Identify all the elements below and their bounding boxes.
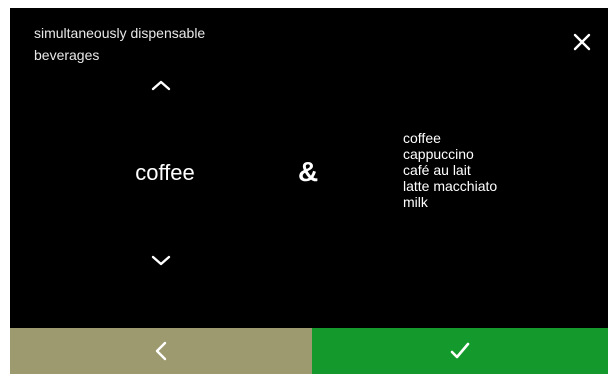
selected-beverage: coffee [135,160,195,185]
bottom-action-bar [10,328,608,374]
page-title-line-1: simultaneously dispensable [34,25,206,41]
back-button[interactable] [10,328,312,374]
chevron-down-icon [151,255,171,266]
dialog-screen: simultaneously dispensable beverages cof… [10,8,608,374]
scroll-up-button[interactable] [150,78,172,92]
confirm-button[interactable] [312,328,608,374]
list-item: latte macchiato [403,178,498,194]
compatible-beverage-list: coffee cappuccino café au lait latte mac… [403,130,497,210]
close-button[interactable] [570,30,594,54]
list-item: coffee [403,130,441,146]
checkmark-icon [450,342,470,359]
scroll-down-button[interactable] [150,254,172,268]
chevron-left-icon [155,341,167,361]
close-icon [573,33,591,51]
chevron-up-icon [151,80,171,91]
list-item: milk [403,194,428,210]
list-item: cappuccino [403,146,474,162]
list-item: café au lait [403,162,471,178]
ampersand-separator: & [298,156,319,187]
page-title-line-2: beverages [34,47,100,63]
page-title: simultaneously dispensable beverages [34,22,334,66]
